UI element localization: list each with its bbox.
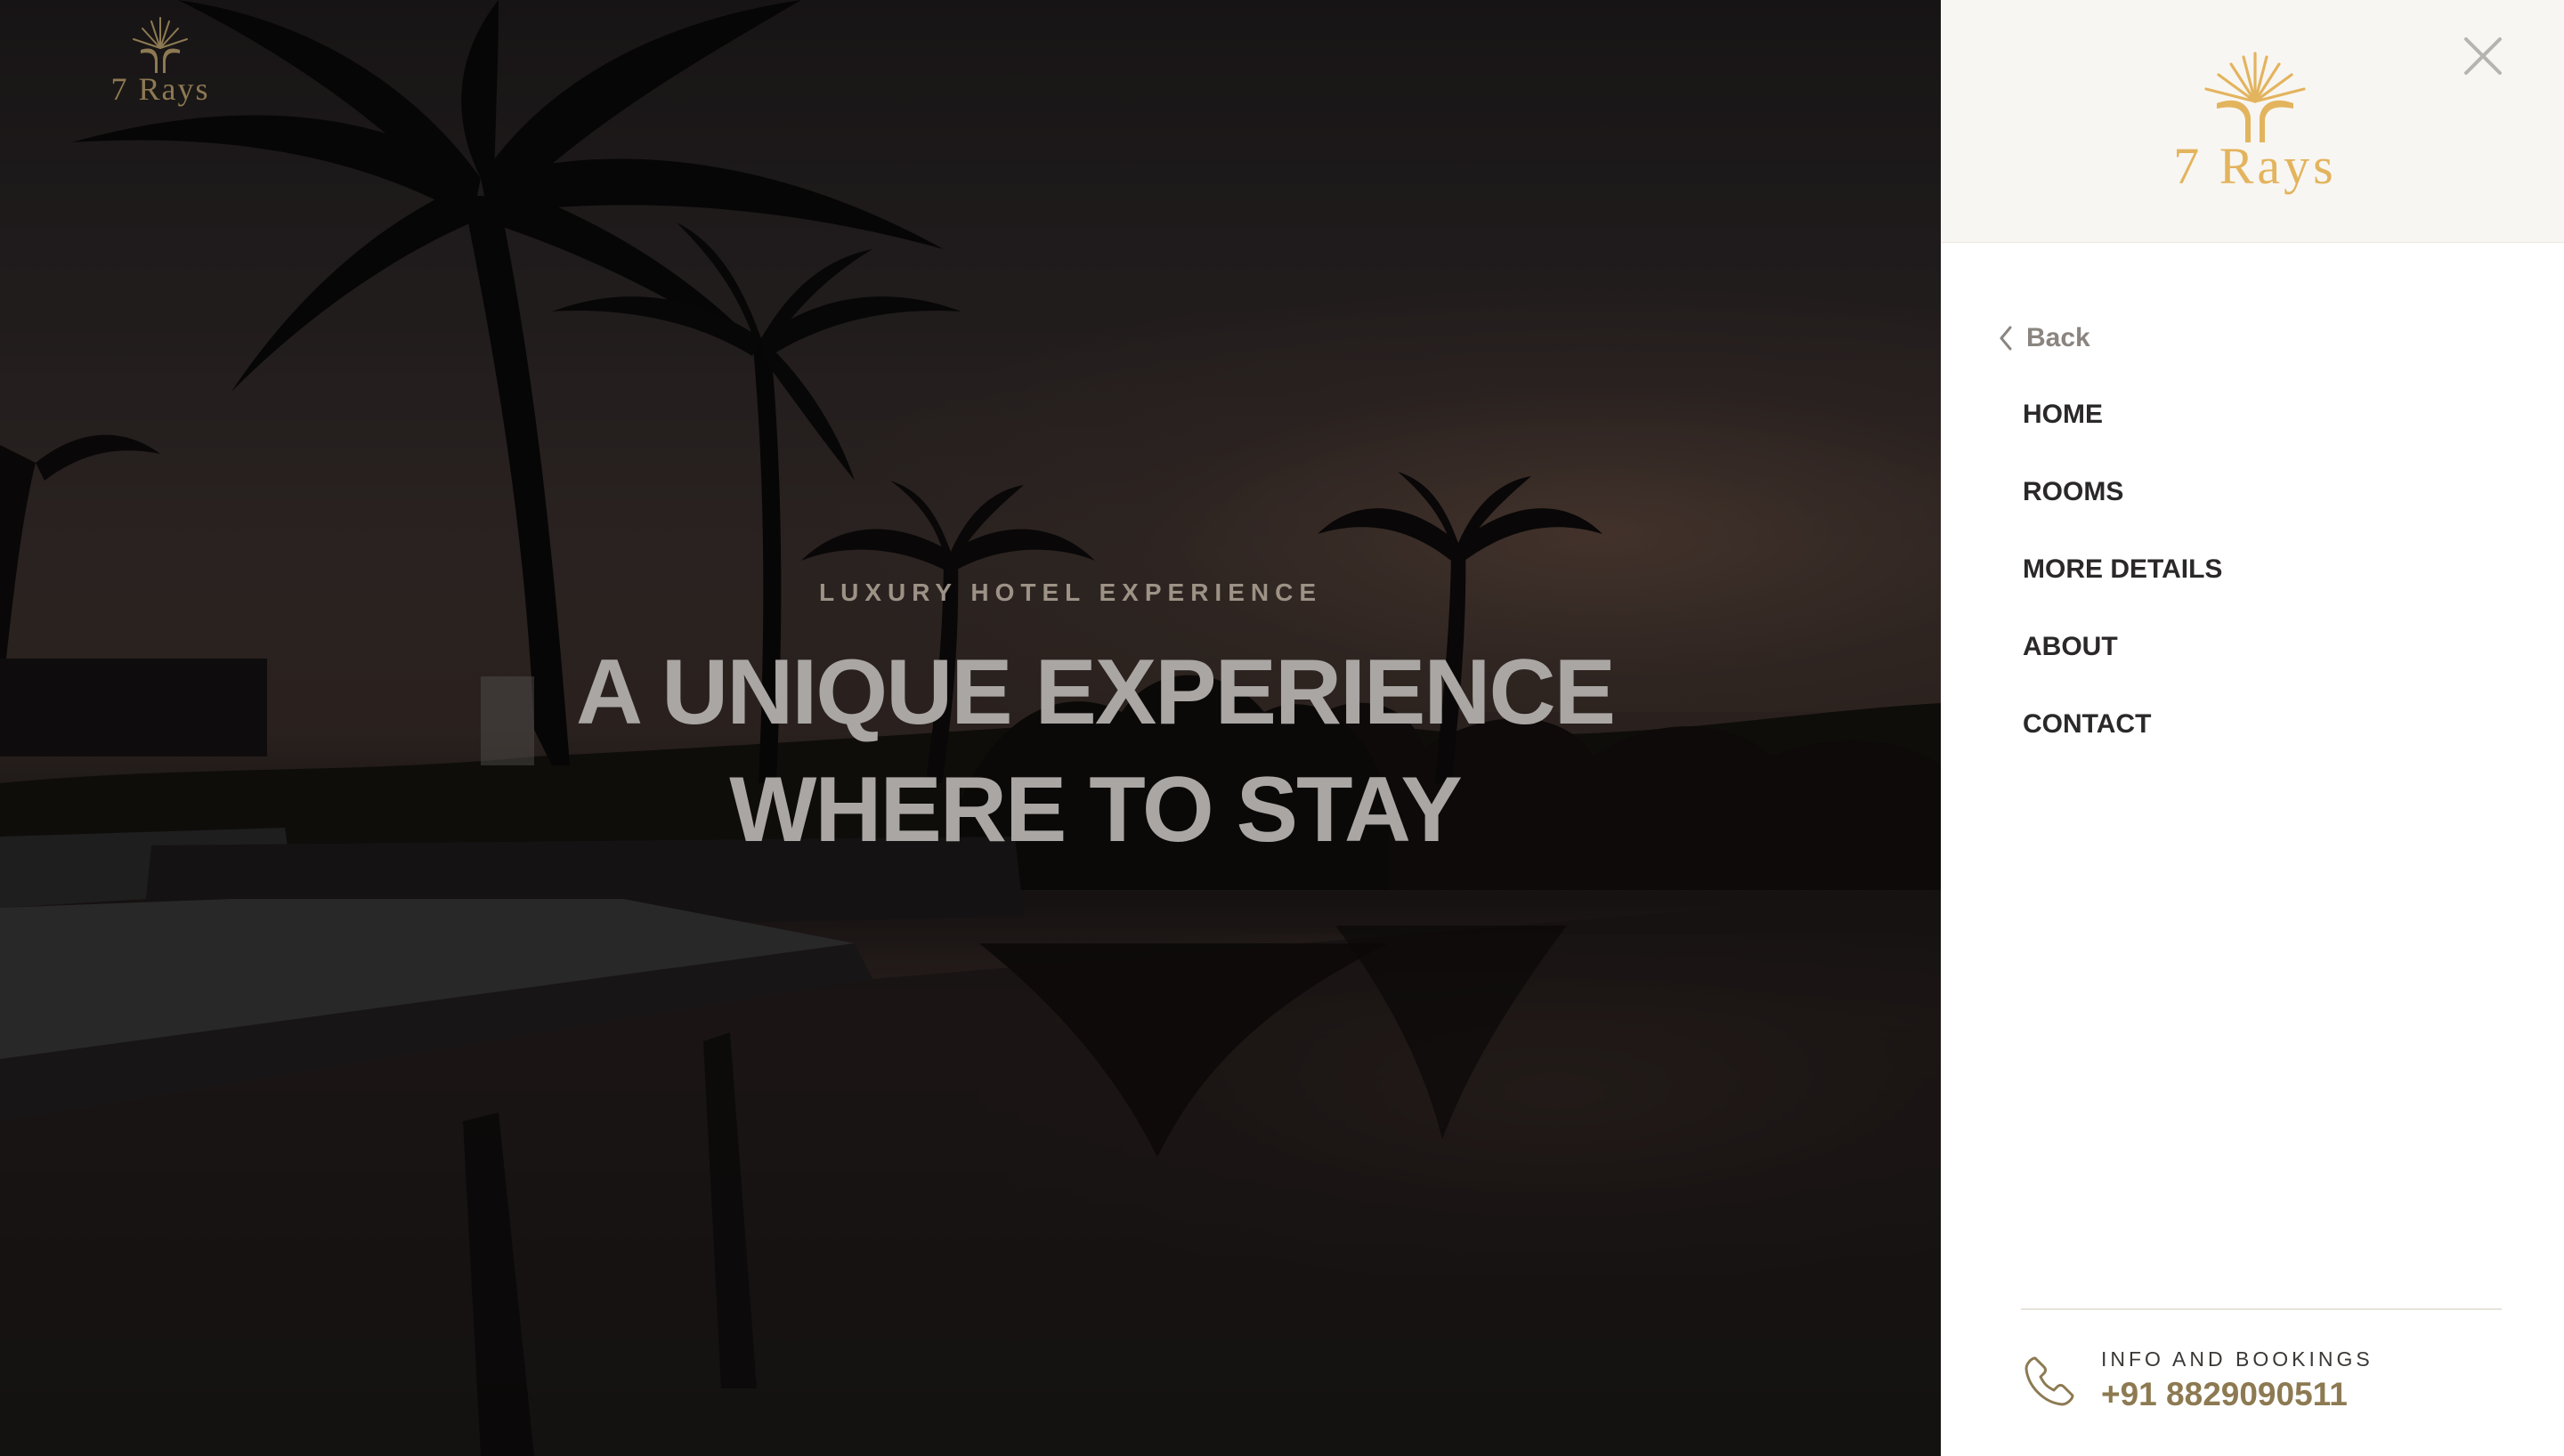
menu-item-more-details[interactable]: MORE DETAILS (2023, 546, 2222, 624)
menu-item-rooms[interactable]: ROOMS (2023, 469, 2222, 546)
side-menu-header: 7 Rays (1941, 0, 2564, 243)
back-link-label: Back (2026, 323, 2090, 352)
hero-logo[interactable]: 7 Rays (105, 14, 215, 119)
hero-kicker: LUXURY HOTEL EXPERIENCE (819, 578, 1323, 606)
hero-logo-text: 7 Rays (110, 71, 210, 107)
close-icon (2464, 37, 2502, 75)
side-menu-logo-text: 7 Rays (2173, 137, 2337, 195)
contact-block: INFO AND BOOKINGS +91 8829090511 (2019, 1342, 2518, 1422)
menu-item-home[interactable]: HOME (2023, 392, 2222, 469)
close-menu-button[interactable] (2457, 30, 2509, 82)
contact-phone-link[interactable]: +91 8829090511 (2101, 1376, 2348, 1413)
phone-icon (2024, 1356, 2074, 1406)
sun-rays-logo-icon (2204, 52, 2306, 142)
sun-rays-logo-icon (133, 17, 188, 73)
hero-heading-line-2: WHERE TO STAY (729, 758, 1463, 861)
back-link[interactable]: Back (1992, 319, 2090, 358)
side-menu-logo[interactable]: 7 Rays (2162, 48, 2349, 199)
hero-heading: A UNIQUE EXPERIENCE WHERE TO STAY (516, 634, 1674, 869)
side-menu-panel: 7 Rays Back HOME ROOMS MORE DETAILS ABOU… (1941, 0, 2564, 1456)
side-menu-nav: HOME ROOMS MORE DETAILS ABOUT CONTACT (2023, 392, 2222, 779)
contact-label: INFO AND BOOKINGS (2101, 1347, 2373, 1371)
chevron-left-icon (2000, 326, 2012, 351)
hero-heading-line-1: A UNIQUE EXPERIENCE (576, 641, 1616, 744)
hero-section: 7 Rays LUXURY HOTEL EXPERIENCE A UNIQUE … (0, 0, 1941, 1456)
page: 7 Rays LUXURY HOTEL EXPERIENCE A UNIQUE … (0, 0, 2564, 1456)
menu-item-contact[interactable]: CONTACT (2023, 701, 2222, 779)
menu-item-about[interactable]: ABOUT (2023, 624, 2222, 701)
footer-divider (2021, 1308, 2502, 1310)
